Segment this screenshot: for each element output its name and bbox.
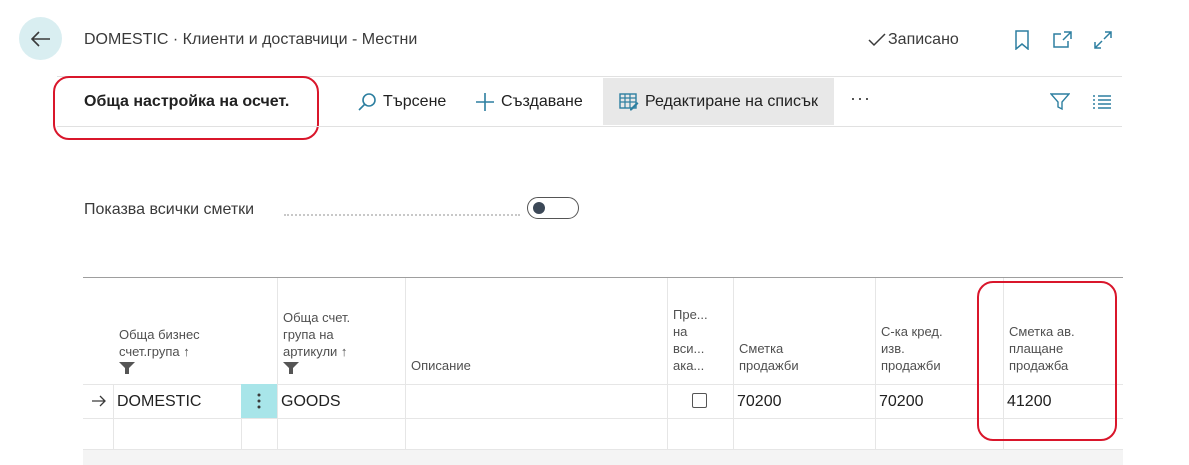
column-header-line: на	[673, 324, 688, 339]
column-header-line: група на	[283, 327, 334, 342]
column-header-description[interactable]: Описание	[405, 278, 667, 384]
filter-pane-button[interactable]	[1049, 91, 1071, 113]
column-header-line: продажба	[1009, 358, 1069, 373]
filter-icon	[119, 362, 135, 374]
open-in-new-window-icon	[1053, 31, 1072, 48]
more-vertical-icon	[257, 393, 261, 409]
column-header-line: ака...	[673, 358, 705, 373]
create-button-label: Създаване	[501, 92, 583, 110]
filter-icon	[283, 362, 299, 374]
column-header-line: Сметка	[739, 341, 784, 356]
show-all-accounts-label: Показва всички сметки	[84, 201, 255, 218]
bookmark-button[interactable]	[1011, 29, 1033, 51]
bookmark-icon	[1015, 30, 1029, 50]
search-icon	[358, 92, 376, 111]
edit-list-button[interactable]: Редактиране на списък	[603, 78, 834, 125]
column-header-line: Обща счет.	[283, 310, 351, 325]
expand-icon	[1094, 31, 1112, 49]
new-row[interactable]	[113, 419, 1123, 449]
toggle-knob	[533, 202, 545, 214]
column-header-line: продажби	[881, 358, 941, 373]
create-button[interactable]: Създаване	[475, 78, 583, 125]
cell-sales-credit-memo[interactable]: 70200	[879, 393, 924, 411]
column-header-line: счет.група ↑	[119, 344, 190, 359]
filter-icon	[1050, 93, 1070, 111]
cell-sales-prepayment[interactable]: 41200	[1007, 393, 1052, 411]
header-divider	[57, 76, 1122, 77]
row-actions-button[interactable]	[241, 384, 277, 418]
column-header-line: Описание	[411, 358, 471, 373]
column-header-line: продажби	[739, 358, 799, 373]
column-header-line: С-ка кред.	[881, 324, 943, 339]
grid-line	[83, 384, 1123, 385]
list-view-button[interactable]	[1091, 91, 1113, 113]
cell-show-all-checkbox[interactable]	[692, 393, 707, 408]
cell-product-group[interactable]: GOODS	[281, 393, 341, 411]
search-button[interactable]: Търсене	[357, 78, 446, 125]
cell-sales-account[interactable]: 70200	[737, 393, 782, 411]
show-all-accounts-toggle[interactable]	[527, 197, 579, 219]
column-header-sales-credit-memo[interactable]: С-ка кред. изв. продажби	[875, 278, 1003, 384]
current-row-arrow-icon	[92, 395, 106, 407]
edit-grid-icon	[619, 92, 639, 110]
column-header-line: артикули ↑	[283, 344, 348, 359]
column-header-business-group[interactable]: Обща бизнес счет.група ↑	[113, 278, 241, 384]
search-button-label: Търсене	[383, 92, 447, 110]
grid-body: Обща бизнес счет.група ↑ Обща счет. груп…	[83, 278, 1123, 450]
grid-line	[83, 449, 1123, 450]
expand-button[interactable]	[1092, 29, 1114, 51]
saved-status-label: Записано	[888, 31, 959, 48]
column-header-sales-account[interactable]: Сметка продажби	[733, 278, 875, 384]
list-view-icon	[1093, 95, 1111, 109]
edit-list-button-label: Редактиране на списък	[645, 92, 818, 110]
breadcrumb: DOMESTIC · Клиенти и доставчици - Местни	[84, 31, 418, 48]
plus-icon	[476, 92, 494, 111]
saved-status: Записано	[868, 31, 959, 49]
arrow-left-icon	[30, 30, 50, 47]
column-header-line: вси...	[673, 341, 705, 356]
column-header-sales-prepayment[interactable]: Сметка ав. плащане продажба	[1003, 278, 1123, 384]
page-title: Обща настройка на осчет.	[84, 93, 290, 110]
column-header-product-group[interactable]: Обща счет. група на артикули ↑	[277, 278, 405, 384]
column-header-line: Пре...	[673, 307, 708, 322]
column-header-line: Обща бизнес	[119, 327, 200, 342]
column-header-show-all[interactable]: Пре... на вси... ака...	[667, 278, 733, 384]
back-button[interactable]	[19, 17, 62, 60]
field-leader-dots	[284, 214, 520, 216]
column-header-line: изв.	[881, 341, 905, 356]
action-bar-divider	[57, 126, 1122, 127]
checkmark-icon	[868, 33, 886, 47]
column-header-line: плащане	[1009, 341, 1064, 356]
open-new-window-button[interactable]	[1051, 29, 1073, 51]
list-grid: Обща бизнес счет.група ↑ Обща счет. груп…	[83, 277, 1123, 465]
more-actions-button[interactable]: ···	[850, 88, 871, 109]
cell-business-group[interactable]: DOMESTIC	[117, 393, 201, 411]
column-header-line: Сметка ав.	[1009, 324, 1075, 339]
